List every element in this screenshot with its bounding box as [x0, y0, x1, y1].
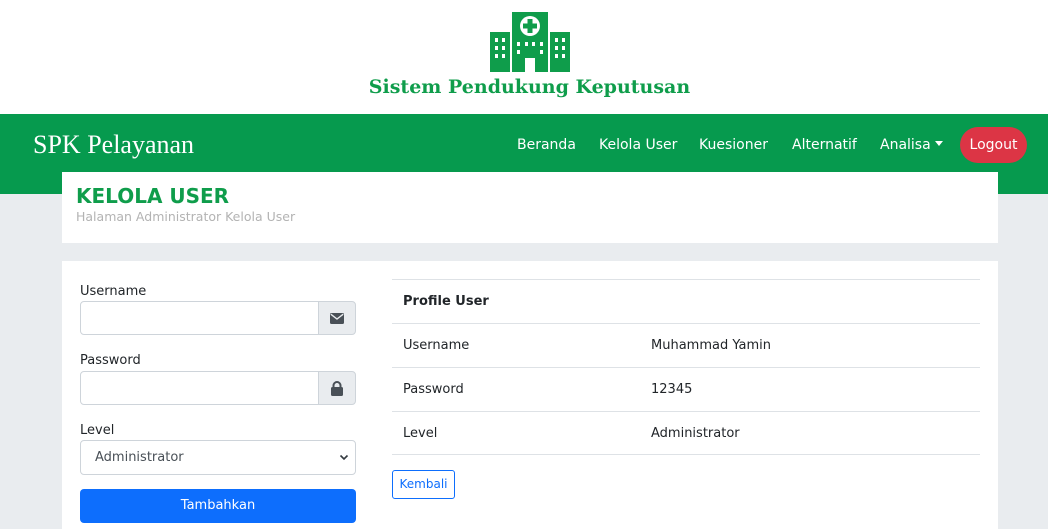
table-row: Level Administrator: [392, 411, 980, 455]
username-label: Username: [80, 284, 147, 299]
nav-item-alternatif[interactable]: Alternatif: [792, 136, 857, 154]
password-input-group: [80, 371, 356, 405]
chevron-down-icon: [339, 454, 349, 461]
profile-table-header: Profile User: [392, 279, 980, 323]
profile-password-value: 12345: [651, 382, 693, 397]
nav-item-kuesioner[interactable]: Kuesioner: [699, 136, 768, 154]
profile-heading: Profile User: [403, 294, 489, 309]
nav-item-beranda[interactable]: Beranda: [517, 136, 576, 154]
navbar-brand[interactable]: SPK Pelayanan: [33, 130, 194, 160]
table-row: Username Muhammad Yamin: [392, 323, 980, 367]
page-header-card: KELOLA USER Halaman Administrator Kelola…: [62, 172, 998, 243]
profile-level-key: Level: [403, 426, 438, 441]
profile-password-key: Password: [403, 382, 464, 397]
content-card: Username Password Level Administrator Ta…: [62, 261, 998, 529]
password-input[interactable]: [80, 371, 319, 405]
username-input[interactable]: [80, 301, 319, 335]
profile-level-value: Administrator: [651, 426, 740, 441]
page-subtitle: Halaman Administrator Kelola User: [76, 209, 296, 224]
back-button[interactable]: Kembali: [392, 470, 455, 499]
username-input-group: [80, 301, 356, 335]
brand-header: Sistem Pendukung Keputusan: [0, 0, 1048, 114]
nav-item-analisa[interactable]: Analisa: [880, 136, 943, 154]
level-select-value: Administrator: [95, 450, 184, 465]
nav-item-kelola-user[interactable]: Kelola User: [599, 136, 677, 154]
site-title: Sistem Pendukung Keputusan: [368, 76, 691, 98]
profile-username-key: Username: [403, 338, 470, 353]
profile-username-value: Muhammad Yamin: [651, 338, 771, 353]
caret-down-icon: [934, 141, 943, 146]
envelope-icon: [318, 301, 356, 335]
hospital-icon: [490, 12, 570, 72]
page-title: KELOLA USER: [76, 184, 230, 208]
profile-table: Profile User Username Muhammad Yamin Pas…: [392, 279, 980, 455]
level-select[interactable]: Administrator: [80, 440, 356, 475]
table-row: Password 12345: [392, 367, 980, 411]
lock-icon: [318, 371, 356, 405]
password-label: Password: [80, 353, 141, 368]
nav-item-analisa-label: Analisa: [880, 137, 931, 153]
add-user-button[interactable]: Tambahkan: [80, 489, 356, 523]
logout-button[interactable]: Logout: [960, 127, 1027, 163]
level-label: Level: [80, 423, 115, 438]
